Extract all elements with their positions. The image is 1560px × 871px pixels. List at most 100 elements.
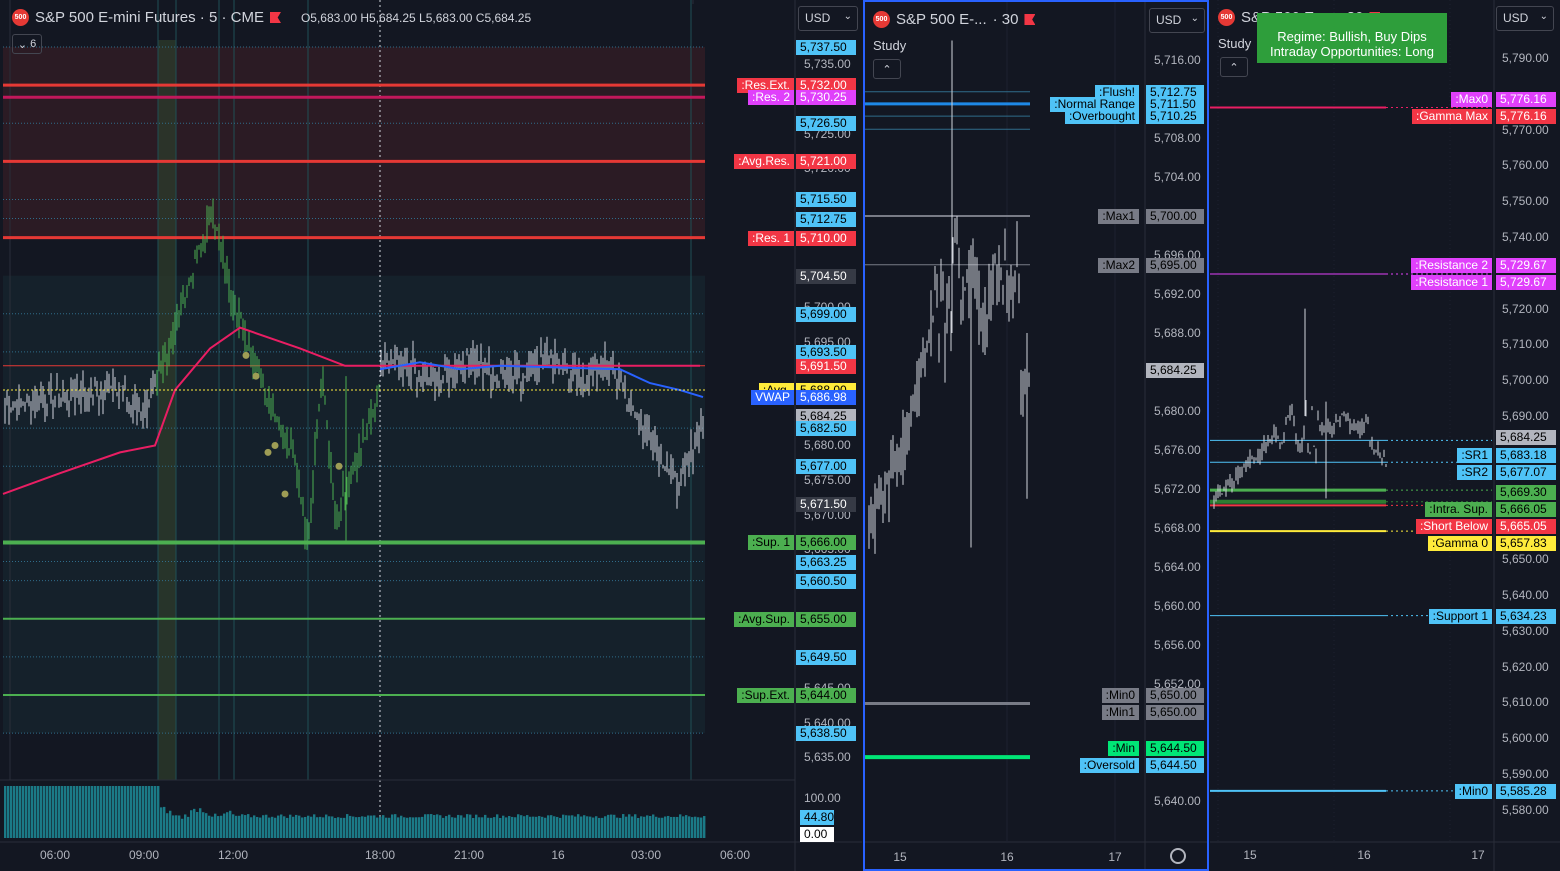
volume-bar bbox=[259, 817, 262, 838]
volume-tag: 0.00 bbox=[800, 827, 834, 842]
volume-bar bbox=[166, 813, 169, 838]
volume-bar bbox=[673, 816, 676, 838]
chart-pane-main[interactable]: 500 S&P 500 E-mini Futures · 5 · CME O5,… bbox=[0, 0, 862, 871]
symbol-header[interactable]: 500 S&P 500 E-... · 30 bbox=[873, 11, 1036, 28]
price-tag: 5,649.50 bbox=[796, 649, 856, 665]
y-tick-label: 5,600.00 bbox=[1502, 731, 1549, 746]
level-label: :Sup. 1 bbox=[747, 535, 794, 551]
y-tick-label: 5,680.00 bbox=[1154, 404, 1201, 418]
volume-bar bbox=[13, 786, 16, 838]
volume-bar bbox=[523, 816, 526, 838]
level-label: :Min0 bbox=[1101, 687, 1139, 703]
x-tick-label: 21:00 bbox=[453, 848, 485, 862]
volume-bar bbox=[667, 815, 670, 838]
volume-bar bbox=[439, 815, 442, 838]
volume-bar bbox=[97, 786, 100, 838]
level-label: :Sup.Ext. bbox=[737, 687, 794, 703]
symbol-title[interactable]: S&P 500 E-... bbox=[896, 11, 987, 28]
volume-bar bbox=[79, 786, 82, 838]
y-tick-label: 5,710.00 bbox=[1502, 337, 1549, 352]
volume-bar bbox=[34, 786, 37, 838]
volume-bar bbox=[82, 786, 85, 838]
y-tick-label: 5,750.00 bbox=[1502, 194, 1549, 209]
volume-bar bbox=[157, 786, 160, 838]
volume-bar bbox=[334, 817, 337, 838]
volume-bar bbox=[295, 814, 298, 838]
volume-bar bbox=[307, 815, 310, 838]
volume-bar bbox=[58, 786, 61, 838]
volume-bar bbox=[451, 817, 454, 838]
volume-bar bbox=[472, 817, 475, 838]
settings-gear-icon[interactable] bbox=[1170, 848, 1186, 864]
currency-select[interactable]: USD ⌄ bbox=[1149, 8, 1205, 33]
resistance-zone bbox=[3, 47, 705, 238]
currency-select[interactable]: USD ⌄ bbox=[798, 6, 858, 31]
volume-bar bbox=[661, 817, 664, 838]
y-tick-label: 5,675.00 bbox=[804, 473, 851, 488]
volume-bar bbox=[55, 786, 58, 838]
price-tag: 5,729.67 bbox=[1496, 257, 1556, 273]
collapse-button[interactable]: ⌃ bbox=[873, 59, 901, 79]
volume-bar bbox=[598, 817, 601, 838]
volume-bar bbox=[589, 816, 592, 838]
flag-icon[interactable] bbox=[1024, 14, 1036, 25]
volume-bar bbox=[685, 815, 688, 838]
y-tick-label: 5,708.00 bbox=[1154, 131, 1201, 145]
volume-bar bbox=[127, 786, 130, 838]
volume-bar bbox=[553, 816, 556, 838]
currency-select[interactable]: USD ⌄ bbox=[1496, 6, 1554, 31]
y-tick-label: 5,704.00 bbox=[1154, 170, 1201, 184]
volume-bar bbox=[574, 816, 577, 838]
price-tag: 5,776.16 bbox=[1496, 108, 1556, 124]
volume-bar bbox=[586, 816, 589, 838]
level-label: :Short Below bbox=[1415, 519, 1492, 534]
chart-pane-gamma[interactable]: 500 S&P 500 E-... · 30 USD⌄ Study ⌃ Regi… bbox=[1210, 0, 1560, 871]
volume-bar bbox=[448, 814, 451, 838]
x-tick-label: 18:00 bbox=[364, 848, 396, 862]
volume-bar bbox=[61, 786, 64, 838]
volume-bar bbox=[622, 814, 625, 838]
volume-bar bbox=[292, 816, 295, 838]
symbol-header[interactable]: 500 S&P 500 E-mini Futures · 5 · CME O5,… bbox=[12, 9, 531, 26]
volume-bar bbox=[175, 815, 178, 838]
volume-bar bbox=[580, 816, 583, 838]
volume-bar bbox=[514, 817, 517, 838]
symbol-title[interactable]: S&P 500 E-mini Futures · 5 · CME bbox=[35, 9, 264, 26]
volume-bar bbox=[562, 814, 565, 838]
level-label: :Avg.Sup. bbox=[734, 611, 794, 627]
level-label: :Max1 bbox=[1098, 209, 1139, 224]
volume-bar bbox=[700, 817, 703, 838]
x-tick-label: 09:00 bbox=[128, 848, 160, 862]
volume-bar bbox=[163, 806, 166, 838]
volume-bar bbox=[130, 786, 133, 838]
volume-bar bbox=[616, 817, 619, 838]
volume-bar bbox=[499, 817, 502, 838]
volume-bar bbox=[133, 786, 136, 838]
volume-bar bbox=[316, 817, 319, 838]
volume-bar bbox=[109, 786, 112, 838]
volume-bar bbox=[466, 814, 469, 838]
volume-bar bbox=[391, 814, 394, 838]
volume-bar bbox=[550, 815, 553, 838]
volume-bar bbox=[559, 817, 562, 838]
volume-bar bbox=[415, 817, 418, 838]
price-tag: 5,665.05 bbox=[1496, 519, 1556, 534]
volume-tick: 100.00 bbox=[804, 791, 841, 805]
volume-bar bbox=[193, 808, 196, 838]
main-price-chart[interactable] bbox=[0, 0, 862, 871]
x-tick-label: 06:00 bbox=[39, 848, 71, 862]
volume-bar bbox=[184, 814, 187, 838]
price-tag: 5,704.50 bbox=[796, 268, 856, 284]
volume-bar bbox=[679, 814, 682, 838]
flag-icon[interactable] bbox=[269, 12, 281, 23]
sp500-logo-icon: 500 bbox=[12, 9, 29, 26]
volume-bar bbox=[388, 817, 391, 838]
level-label: :Max2 bbox=[1098, 257, 1139, 273]
collapse-button[interactable]: ⌃ bbox=[1220, 57, 1248, 77]
chart-pane-study[interactable]: 500 S&P 500 E-... · 30 USD ⌄ Study ⌃ 5,71… bbox=[863, 0, 1209, 871]
price-tag: 5,730.25 bbox=[796, 90, 856, 106]
volume-bar bbox=[40, 786, 43, 838]
indicator-toggle[interactable]: ⌄ 6 bbox=[12, 34, 42, 54]
volume-bar bbox=[283, 816, 286, 838]
volume-bar bbox=[355, 817, 358, 838]
